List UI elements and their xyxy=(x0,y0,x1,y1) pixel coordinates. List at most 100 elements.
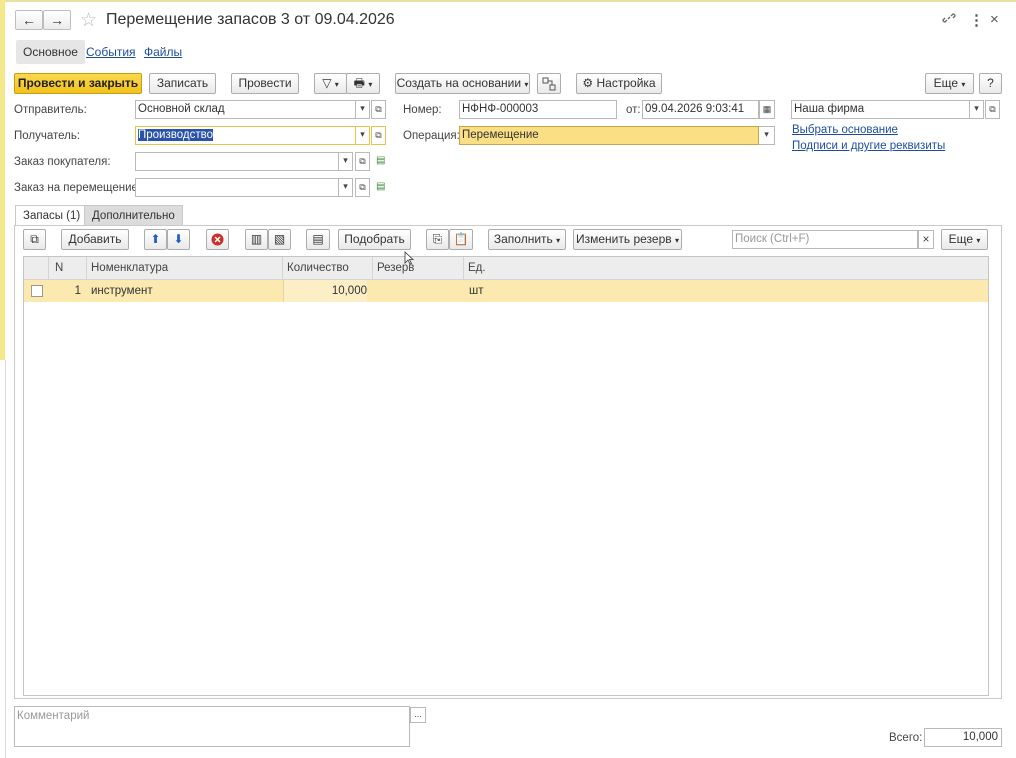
copy-icon: ⎘ xyxy=(432,232,443,246)
choose-basis-link[interactable]: Выбрать основание xyxy=(792,124,898,136)
sender-dropdown[interactable]: ▾ xyxy=(356,100,370,119)
arrow-right-icon: → xyxy=(50,12,64,28)
barcode-button[interactable]: ▥ xyxy=(245,229,268,250)
save-button[interactable]: Записать xyxy=(149,73,216,94)
move-up-button[interactable]: ⬆ xyxy=(144,229,167,250)
sender-label: Отправитель: xyxy=(14,104,87,116)
column-header-unit[interactable]: Ед. xyxy=(464,257,988,279)
column-header-reserve[interactable]: Резерв xyxy=(373,257,464,279)
document-create-icon[interactable]: ▤ xyxy=(376,155,388,167)
arrow-left-icon: ← xyxy=(22,12,36,28)
signatures-link[interactable]: Подписи и другие реквизиты xyxy=(792,140,945,152)
fill-dropdown-button[interactable]: Заполнить ▾ xyxy=(488,229,566,250)
search-input[interactable]: Поиск (Ctrl+F) xyxy=(732,230,918,249)
receiver-selected-text: Производство xyxy=(138,129,213,141)
change-reserve-dropdown-button[interactable]: Изменить резерв ▾ xyxy=(573,229,682,250)
transfer-order-field[interactable] xyxy=(135,178,339,197)
receiver-field[interactable]: Производство xyxy=(135,126,356,145)
company-field[interactable]: Наша фирма xyxy=(791,100,970,119)
row-unit[interactable]: шт xyxy=(469,280,569,302)
gear-icon: ⚙ xyxy=(582,76,594,90)
left-frame-panel xyxy=(0,360,6,758)
back-button[interactable]: ← xyxy=(15,10,43,30)
company-dropdown[interactable]: ▾ xyxy=(970,100,984,119)
more-button[interactable]: Еще ▾ xyxy=(925,73,974,94)
filter-dropdown-button[interactable]: ▽ ▾ xyxy=(314,73,347,94)
customer-order-dropdown[interactable]: ▾ xyxy=(339,152,353,171)
copy-to-clipboard-button[interactable]: ⎘ xyxy=(426,229,449,250)
operation-dropdown[interactable]: ▾ xyxy=(759,126,775,145)
number-field[interactable]: НФНФ-000003 xyxy=(459,100,617,119)
column-header-item[interactable]: Номенклатура xyxy=(87,257,283,279)
favorite-star-icon[interactable]: ☆ xyxy=(80,9,97,32)
date-label: от: xyxy=(626,104,641,116)
move-down-button[interactable]: ⬇ xyxy=(167,229,190,250)
more-menu-icon[interactable]: ⋮ xyxy=(969,11,984,29)
sender-field[interactable]: Основной склад xyxy=(135,100,356,119)
comment-field[interactable]: Комментарий xyxy=(14,706,410,747)
scanner-button[interactable]: ▧ xyxy=(268,229,291,250)
paste-button[interactable]: 📋 xyxy=(449,229,473,250)
total-label: Всего: xyxy=(889,732,923,744)
calendar-button[interactable]: ▦ xyxy=(759,100,775,119)
fill-label: Заполнить xyxy=(493,232,553,246)
tab-inventory[interactable]: Запасы (1) xyxy=(15,205,89,225)
add-row-button[interactable]: Добавить xyxy=(61,229,129,250)
tab-additional[interactable]: Дополнительно xyxy=(84,205,183,225)
transfer-order-open-button[interactable]: ⧉ xyxy=(355,178,370,197)
tab-main[interactable]: Основное xyxy=(16,40,85,64)
inventory-table: N Номенклатура Количество Резерв Ед. 1 и… xyxy=(23,256,989,696)
row-select[interactable] xyxy=(24,280,49,302)
help-button[interactable]: ? xyxy=(979,73,1002,94)
table-row[interactable]: 1 инструмент 10,000 шт xyxy=(24,280,988,302)
more-label: Еще xyxy=(933,76,959,90)
row-quantity[interactable]: 10,000 xyxy=(283,280,367,302)
post-and-close-button[interactable]: Провести и закрыть xyxy=(14,73,142,94)
tab-files[interactable]: Файлы xyxy=(144,40,182,64)
printer-icon: 🖶 xyxy=(353,76,365,90)
receiver-label: Получатель: xyxy=(14,130,81,142)
calculator-button[interactable]: ▤ xyxy=(306,229,330,250)
row-reserve[interactable] xyxy=(373,280,464,302)
transfer-order-dropdown[interactable]: ▾ xyxy=(339,178,353,197)
settings-button[interactable]: ⚙ Настройка xyxy=(576,73,662,94)
calculator-icon: ▤ xyxy=(312,232,324,246)
mouse-cursor-icon xyxy=(404,251,414,265)
column-header-n[interactable]: N xyxy=(49,257,87,279)
row-item[interactable]: инструмент xyxy=(91,280,281,302)
column-header-quantity[interactable]: Количество xyxy=(283,257,373,279)
number-label: Номер: xyxy=(403,104,442,116)
company-open-button[interactable]: ⧉ xyxy=(985,100,1000,119)
row-checkbox[interactable] xyxy=(31,285,43,297)
delete-row-button[interactable] xyxy=(206,229,229,250)
customer-order-label: Заказ покупателя: xyxy=(14,156,111,168)
close-icon[interactable]: × xyxy=(990,11,999,28)
copy-rows-button[interactable]: ⧉ xyxy=(23,229,46,250)
arrow-up-icon: ⬆ xyxy=(150,232,161,246)
receiver-dropdown[interactable]: ▾ xyxy=(356,126,370,145)
post-button[interactable]: Провести xyxy=(231,73,299,94)
document-create-icon[interactable]: ▤ xyxy=(376,181,388,193)
structure-button[interactable] xyxy=(537,73,561,94)
settings-label: Настройка xyxy=(596,76,656,90)
customer-order-open-button[interactable]: ⧉ xyxy=(355,152,370,171)
clear-search-button[interactable]: × xyxy=(918,230,934,249)
customer-order-field[interactable] xyxy=(135,152,339,171)
transfer-order-label: Заказ на перемещение: xyxy=(14,182,142,194)
print-dropdown-button[interactable]: 🖶 ▾ xyxy=(346,73,380,94)
tab-events[interactable]: События xyxy=(86,40,136,64)
comment-edit-button[interactable]: ... xyxy=(410,707,426,723)
table-more-button[interactable]: Еще ▾ xyxy=(941,229,988,250)
sender-open-button[interactable]: ⧉ xyxy=(371,100,386,119)
link-icon[interactable] xyxy=(942,11,956,28)
date-field[interactable]: 09.04.2026 9:03:41 xyxy=(642,100,759,119)
create-based-on-button[interactable]: Создать на основании ▾ xyxy=(395,73,530,94)
receiver-open-button[interactable]: ⧉ xyxy=(371,126,386,145)
forward-button[interactable]: → xyxy=(43,10,71,30)
operation-field[interactable]: Перемещение xyxy=(459,126,759,145)
top-border xyxy=(0,0,1016,2)
row-number: 1 xyxy=(74,285,81,297)
pick-button[interactable]: Подобрать xyxy=(338,229,411,250)
table-header: N Номенклатура Количество Резерв Ед. xyxy=(24,257,988,280)
operation-label: Операция: xyxy=(403,130,460,142)
